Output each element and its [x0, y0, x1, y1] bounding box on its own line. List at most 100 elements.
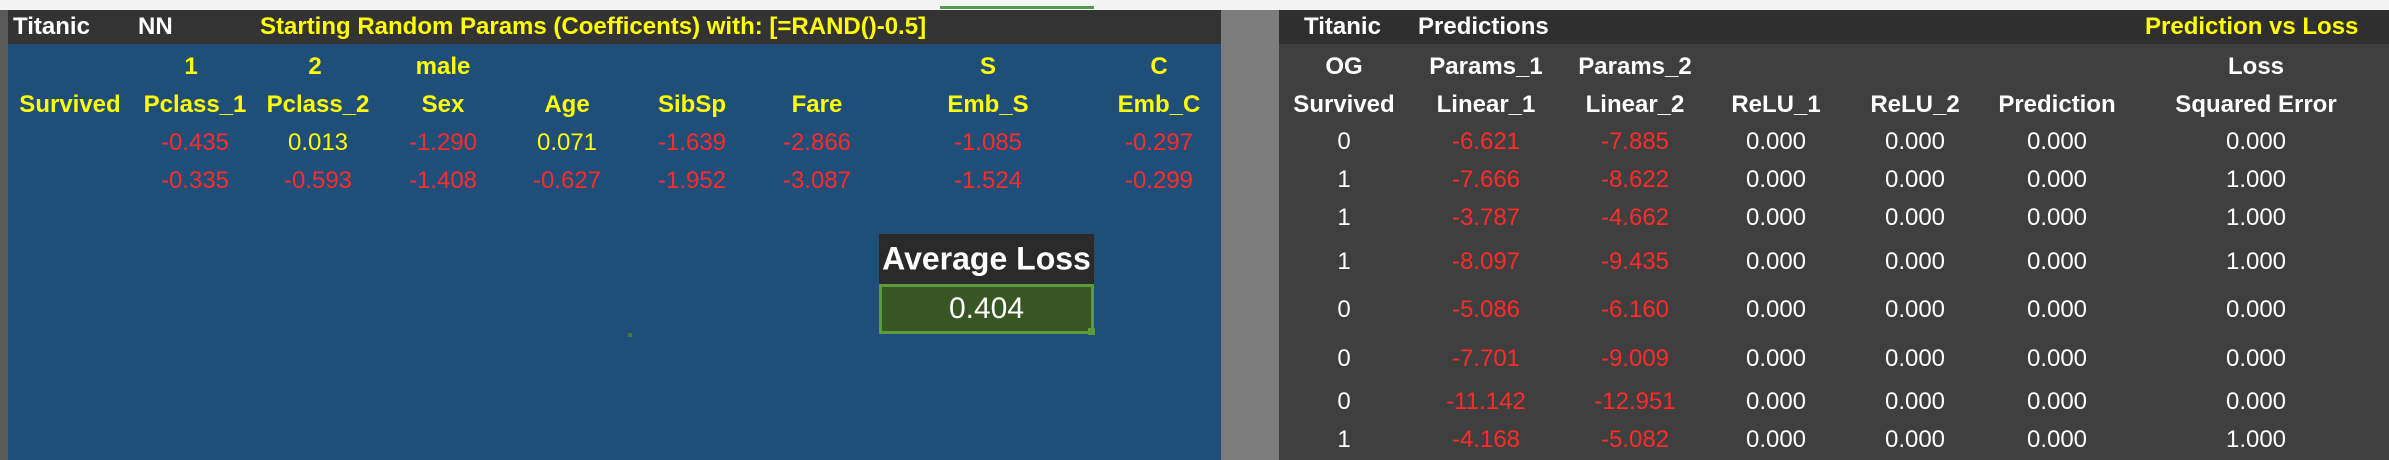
cell-linear1[interactable]: -11.142 — [1446, 388, 1526, 416]
cell-squared-error[interactable]: 1.000 — [2226, 166, 2286, 194]
cell-relu2[interactable]: 0.000 — [1885, 345, 1945, 373]
predictions-label[interactable]: Predictions — [1418, 13, 1549, 41]
cell-linear2[interactable]: -9.435 — [1601, 248, 1669, 276]
label-squared-error[interactable]: Squared Error — [2175, 91, 2336, 119]
label-prediction[interactable]: Prediction — [1998, 91, 2115, 119]
cell-prediction[interactable]: 0.000 — [2027, 296, 2087, 324]
average-loss-value-cell[interactable]: 0.404 — [879, 284, 1094, 334]
param2-age[interactable]: -0.627 — [533, 167, 601, 195]
label-loss[interactable]: Loss — [2228, 53, 2284, 81]
fill-handle[interactable] — [1088, 328, 1095, 335]
cell-survived[interactable]: 0 — [1337, 296, 1350, 324]
label-sex[interactable]: Sex — [422, 91, 465, 119]
param2-sex[interactable]: -1.408 — [409, 167, 477, 195]
cell-squared-error[interactable]: 1.000 — [2226, 204, 2286, 232]
cell-prediction[interactable]: 0.000 — [2027, 388, 2087, 416]
cell-relu2[interactable]: 0.000 — [1885, 248, 1945, 276]
cell-squared-error[interactable]: 0.000 — [2226, 388, 2286, 416]
cell-relu2[interactable]: 0.000 — [1885, 166, 1945, 194]
average-loss-label-cell[interactable]: Average Loss — [879, 234, 1094, 284]
label-sibsp[interactable]: SibSp — [658, 91, 726, 119]
cell-linear1[interactable]: -4.168 — [1452, 426, 1520, 454]
cell-relu2[interactable]: 0.000 — [1885, 388, 1945, 416]
label-s[interactable]: S — [980, 53, 996, 81]
cell-squared-error[interactable]: 0.000 — [2226, 345, 2286, 373]
label-1[interactable]: 1 — [184, 53, 197, 81]
cell-survived[interactable]: 0 — [1337, 128, 1350, 156]
cell-squared-error[interactable]: 0.000 — [2226, 296, 2286, 324]
cell-relu1[interactable]: 0.000 — [1746, 345, 1806, 373]
param1-pclass1[interactable]: -0.435 — [161, 129, 229, 157]
cell-prediction[interactable]: 0.000 — [2027, 345, 2087, 373]
cell-relu2[interactable]: 0.000 — [1885, 204, 1945, 232]
cell-relu1[interactable]: 0.000 — [1746, 204, 1806, 232]
cell-linear1[interactable]: -7.666 — [1452, 166, 1520, 194]
cell-squared-error[interactable]: 1.000 — [2226, 426, 2286, 454]
cell-survived[interactable]: 1 — [1337, 204, 1350, 232]
label-emb-s[interactable]: Emb_S — [947, 91, 1028, 119]
label-linear2[interactable]: Linear_2 — [1586, 91, 1685, 119]
cell-linear1[interactable]: -7.701 — [1452, 345, 1520, 373]
label-params2[interactable]: Params_2 — [1578, 53, 1691, 81]
cell-survived[interactable]: 1 — [1337, 426, 1350, 454]
cell-prediction[interactable]: 0.000 — [2027, 426, 2087, 454]
param1-age[interactable]: 0.071 — [537, 129, 597, 157]
cell-linear1[interactable]: -5.086 — [1452, 296, 1520, 324]
label-survived[interactable]: Survived — [19, 91, 120, 119]
cell-relu1[interactable]: 0.000 — [1746, 426, 1806, 454]
param2-emb-c[interactable]: -0.299 — [1125, 167, 1193, 195]
cell-linear2[interactable]: -6.160 — [1601, 296, 1669, 324]
cell-survived[interactable]: 0 — [1337, 388, 1350, 416]
cell-relu2[interactable]: 0.000 — [1885, 426, 1945, 454]
params-title[interactable]: Starting Random Params (Coefficents) wit… — [260, 13, 926, 41]
label-pclass1[interactable]: Pclass_1 — [144, 91, 247, 119]
label-c[interactable]: C — [1150, 53, 1167, 81]
cell-squared-error[interactable]: 1.000 — [2226, 248, 2286, 276]
cell-relu1[interactable]: 0.000 — [1746, 296, 1806, 324]
cell-prediction[interactable]: 0.000 — [2027, 128, 2087, 156]
cell-relu1[interactable]: 0.000 — [1746, 248, 1806, 276]
label-fare[interactable]: Fare — [792, 91, 843, 119]
cell-linear1[interactable]: -8.097 — [1452, 248, 1520, 276]
cell-linear2[interactable]: -7.885 — [1601, 128, 1669, 156]
cell-linear2[interactable]: -4.662 — [1601, 204, 1669, 232]
param1-sex[interactable]: -1.290 — [409, 129, 477, 157]
cell-linear2[interactable]: -5.082 — [1601, 426, 1669, 454]
label-relu1[interactable]: ReLU_1 — [1731, 91, 1820, 119]
cell-relu2[interactable]: 0.000 — [1885, 128, 1945, 156]
label-2[interactable]: 2 — [308, 53, 321, 81]
cell-prediction[interactable]: 0.000 — [2027, 204, 2087, 232]
param2-emb-s[interactable]: -1.524 — [954, 167, 1022, 195]
cell-survived[interactable]: 1 — [1337, 248, 1350, 276]
label-params1[interactable]: Params_1 — [1429, 53, 1542, 81]
cell-survived[interactable]: 0 — [1337, 345, 1350, 373]
cell-survived[interactable]: 1 — [1337, 166, 1350, 194]
param2-pclass1[interactable]: -0.335 — [161, 167, 229, 195]
label-pclass2[interactable]: Pclass_2 — [267, 91, 370, 119]
cell-linear2[interactable]: -9.009 — [1601, 345, 1669, 373]
nn-label[interactable]: NN — [138, 13, 173, 41]
param1-emb-c[interactable]: -0.297 — [1125, 129, 1193, 157]
label-og[interactable]: OG — [1325, 53, 1362, 81]
label-age[interactable]: Age — [544, 91, 589, 119]
label-male[interactable]: male — [416, 53, 471, 81]
param2-fare[interactable]: -3.087 — [783, 167, 851, 195]
param1-sibsp[interactable]: -1.639 — [658, 129, 726, 157]
cell-linear2[interactable]: -8.622 — [1601, 166, 1669, 194]
label-linear1[interactable]: Linear_1 — [1437, 91, 1536, 119]
cell-linear1[interactable]: -3.787 — [1452, 204, 1520, 232]
cell-linear2[interactable]: -12.951 — [1594, 388, 1675, 416]
cell-relu1[interactable]: 0.000 — [1746, 388, 1806, 416]
cell-prediction[interactable]: 0.000 — [2027, 248, 2087, 276]
cell-squared-error[interactable]: 0.000 — [2226, 128, 2286, 156]
label-relu2[interactable]: ReLU_2 — [1870, 91, 1959, 119]
param1-pclass2[interactable]: 0.013 — [288, 129, 348, 157]
param1-fare[interactable]: -2.866 — [783, 129, 851, 157]
label-emb-c[interactable]: Emb_C — [1118, 91, 1201, 119]
cell-linear1[interactable]: -6.621 — [1452, 128, 1520, 156]
cell-relu1[interactable]: 0.000 — [1746, 128, 1806, 156]
left-titanic-label[interactable]: Titanic — [13, 13, 90, 41]
cell-relu2[interactable]: 0.000 — [1885, 296, 1945, 324]
param2-pclass2[interactable]: -0.593 — [284, 167, 352, 195]
right-titanic-label[interactable]: Titanic — [1304, 13, 1381, 41]
